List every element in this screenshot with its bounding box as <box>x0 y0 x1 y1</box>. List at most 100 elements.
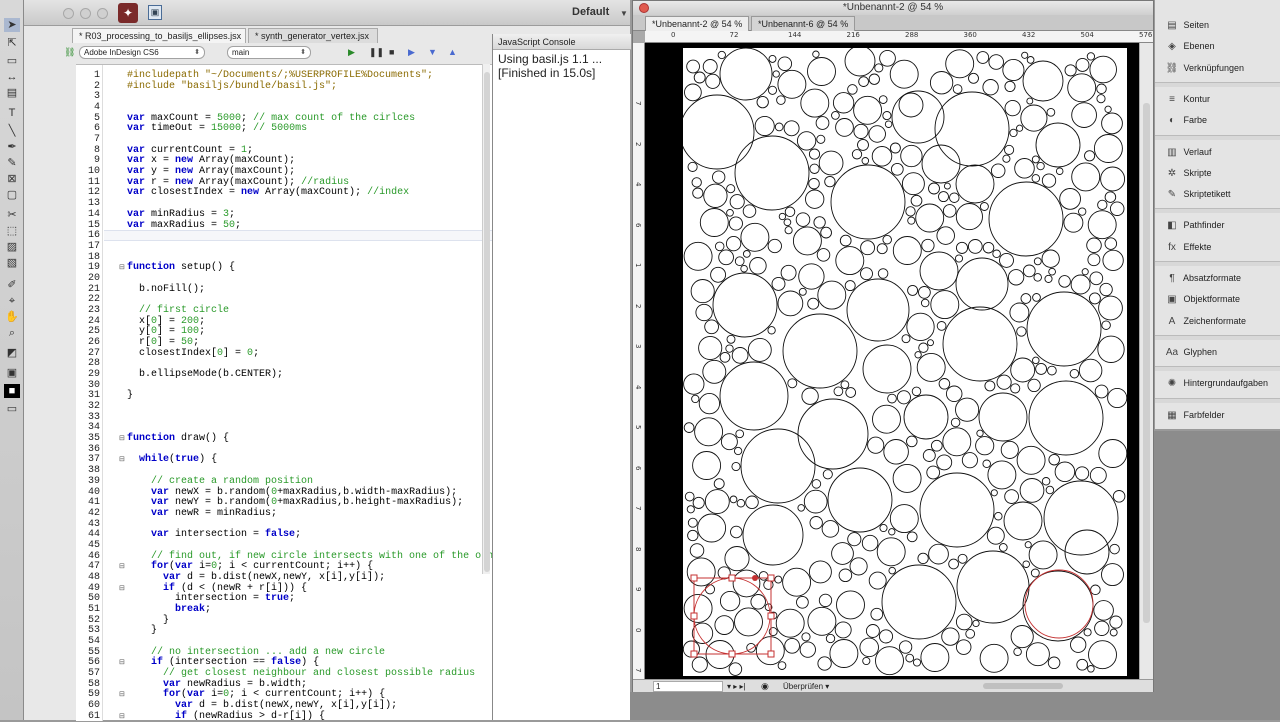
ellipse[interactable] <box>702 359 727 384</box>
ellipse[interactable] <box>1058 275 1071 288</box>
ellipse[interactable] <box>784 637 800 654</box>
ellipse[interactable] <box>1099 282 1113 297</box>
screen-mode-icon[interactable]: ▭ <box>4 402 20 416</box>
ellipse[interactable] <box>901 334 911 344</box>
ellipse[interactable] <box>704 584 716 595</box>
line-tool-icon[interactable]: ╲ <box>4 124 20 138</box>
ellipse[interactable] <box>1101 112 1123 135</box>
ellipse[interactable] <box>910 194 923 207</box>
ellipse[interactable] <box>1036 161 1045 171</box>
ellipse[interactable] <box>1109 628 1118 637</box>
ellipse[interactable] <box>749 257 767 275</box>
ellipse[interactable] <box>1088 292 1101 305</box>
panel-item[interactable]: ◐ Farbe <box>1163 111 1279 129</box>
ellipse[interactable] <box>955 397 980 422</box>
ellipse[interactable] <box>801 632 811 642</box>
type-tool-icon[interactable]: T <box>4 106 20 120</box>
ellipse[interactable] <box>898 640 913 654</box>
ellipse[interactable] <box>683 94 755 170</box>
ellipse[interactable] <box>1035 362 1048 375</box>
free-transform-tool-icon[interactable]: ⬚ <box>4 224 20 238</box>
panel-item[interactable]: ▦ Farbfelder <box>1163 406 1279 424</box>
selection-handle[interactable] <box>690 574 698 582</box>
ellipse[interactable] <box>840 380 850 390</box>
ellipse[interactable] <box>1089 271 1104 286</box>
ellipse[interactable] <box>783 218 792 227</box>
new-document-icon[interactable]: ▣ <box>148 5 162 20</box>
ellipse[interactable] <box>1019 478 1045 503</box>
ellipse[interactable] <box>881 564 957 640</box>
ellipse[interactable] <box>906 312 935 342</box>
panel-item[interactable]: A Zeichenformate <box>1163 312 1279 330</box>
ellipse[interactable] <box>719 48 773 101</box>
ellipse[interactable] <box>725 235 742 252</box>
tab-r03-processing[interactable]: * R03_processing_to_basiljs_ellipses.jsx <box>72 28 246 43</box>
ellipse[interactable] <box>890 162 904 176</box>
step-out-icon[interactable]: ▲ <box>448 47 457 57</box>
ellipse[interactable] <box>691 394 700 404</box>
ellipse[interactable] <box>889 504 919 534</box>
ellipse[interactable] <box>1104 237 1118 250</box>
ellipse[interactable] <box>1078 207 1087 216</box>
ellipse[interactable] <box>1016 445 1046 475</box>
ellipse[interactable] <box>1088 640 1117 670</box>
stop-icon[interactable]: ■ <box>389 47 394 57</box>
ellipse[interactable] <box>1024 541 1032 549</box>
ellipse[interactable] <box>1102 249 1124 272</box>
ellipse[interactable] <box>1016 326 1027 337</box>
ellipse[interactable] <box>1016 124 1024 132</box>
ellipse[interactable] <box>740 428 816 504</box>
ellipse[interactable] <box>1003 501 1043 541</box>
ellipse[interactable] <box>807 57 836 86</box>
ellipse[interactable] <box>955 241 969 254</box>
ellipse[interactable] <box>1010 357 1036 383</box>
content-collector-icon[interactable]: ▤ <box>4 86 20 100</box>
panel-item[interactable]: ≡ Kontur <box>1163 90 1279 108</box>
ellipse[interactable] <box>798 263 825 290</box>
ellipse[interactable] <box>979 202 989 211</box>
ellipse[interactable] <box>865 624 880 638</box>
selection-handle[interactable] <box>728 650 736 658</box>
ellipse[interactable] <box>968 72 979 84</box>
tab-unbenannt-6[interactable]: *Unbenannt-6 @ 54 % <box>751 16 855 31</box>
ellipse[interactable] <box>948 558 959 570</box>
ellipse[interactable] <box>735 429 745 439</box>
selection-handle[interactable] <box>690 612 698 620</box>
ellipse[interactable] <box>912 658 922 667</box>
ellipse[interactable] <box>683 422 695 433</box>
ellipse[interactable] <box>988 181 1064 257</box>
ellipse[interactable] <box>888 528 896 536</box>
gap-tool-icon[interactable]: ↔ <box>4 70 20 84</box>
ellipse[interactable] <box>936 226 955 245</box>
ellipse[interactable] <box>835 246 865 276</box>
ellipse[interactable] <box>1004 80 1016 92</box>
ellipse[interactable] <box>705 73 721 89</box>
ellipse[interactable] <box>861 534 879 552</box>
ellipse[interactable] <box>835 118 854 137</box>
ellipse[interactable] <box>772 70 780 78</box>
ellipse[interactable] <box>1010 383 1021 394</box>
ellipse[interactable] <box>833 386 844 397</box>
ellipse[interactable] <box>891 90 945 144</box>
ellipse[interactable] <box>929 71 954 95</box>
ellipse[interactable] <box>979 643 1009 673</box>
ellipse[interactable] <box>1098 295 1123 321</box>
selection-handle[interactable] <box>767 574 775 582</box>
ellipse[interactable] <box>918 286 931 299</box>
ellipse[interactable] <box>1014 158 1035 179</box>
ellipse[interactable] <box>1004 144 1015 155</box>
ellipse[interactable] <box>805 189 825 209</box>
ellipse[interactable] <box>853 95 883 125</box>
ellipse[interactable] <box>683 241 713 271</box>
fold-toggle-icon[interactable]: ⊟ <box>119 455 125 465</box>
ellipse[interactable] <box>803 489 828 514</box>
ellipse[interactable] <box>1086 237 1102 254</box>
chevron-down-icon[interactable]: ▼ <box>620 9 628 18</box>
ellipse[interactable] <box>884 120 893 128</box>
ellipse[interactable] <box>867 436 885 454</box>
ellipse[interactable] <box>1031 155 1040 164</box>
ellipse[interactable] <box>776 95 786 105</box>
ellipse[interactable] <box>831 542 854 565</box>
ellipse[interactable] <box>1093 134 1123 163</box>
ellipse[interactable] <box>919 472 995 548</box>
